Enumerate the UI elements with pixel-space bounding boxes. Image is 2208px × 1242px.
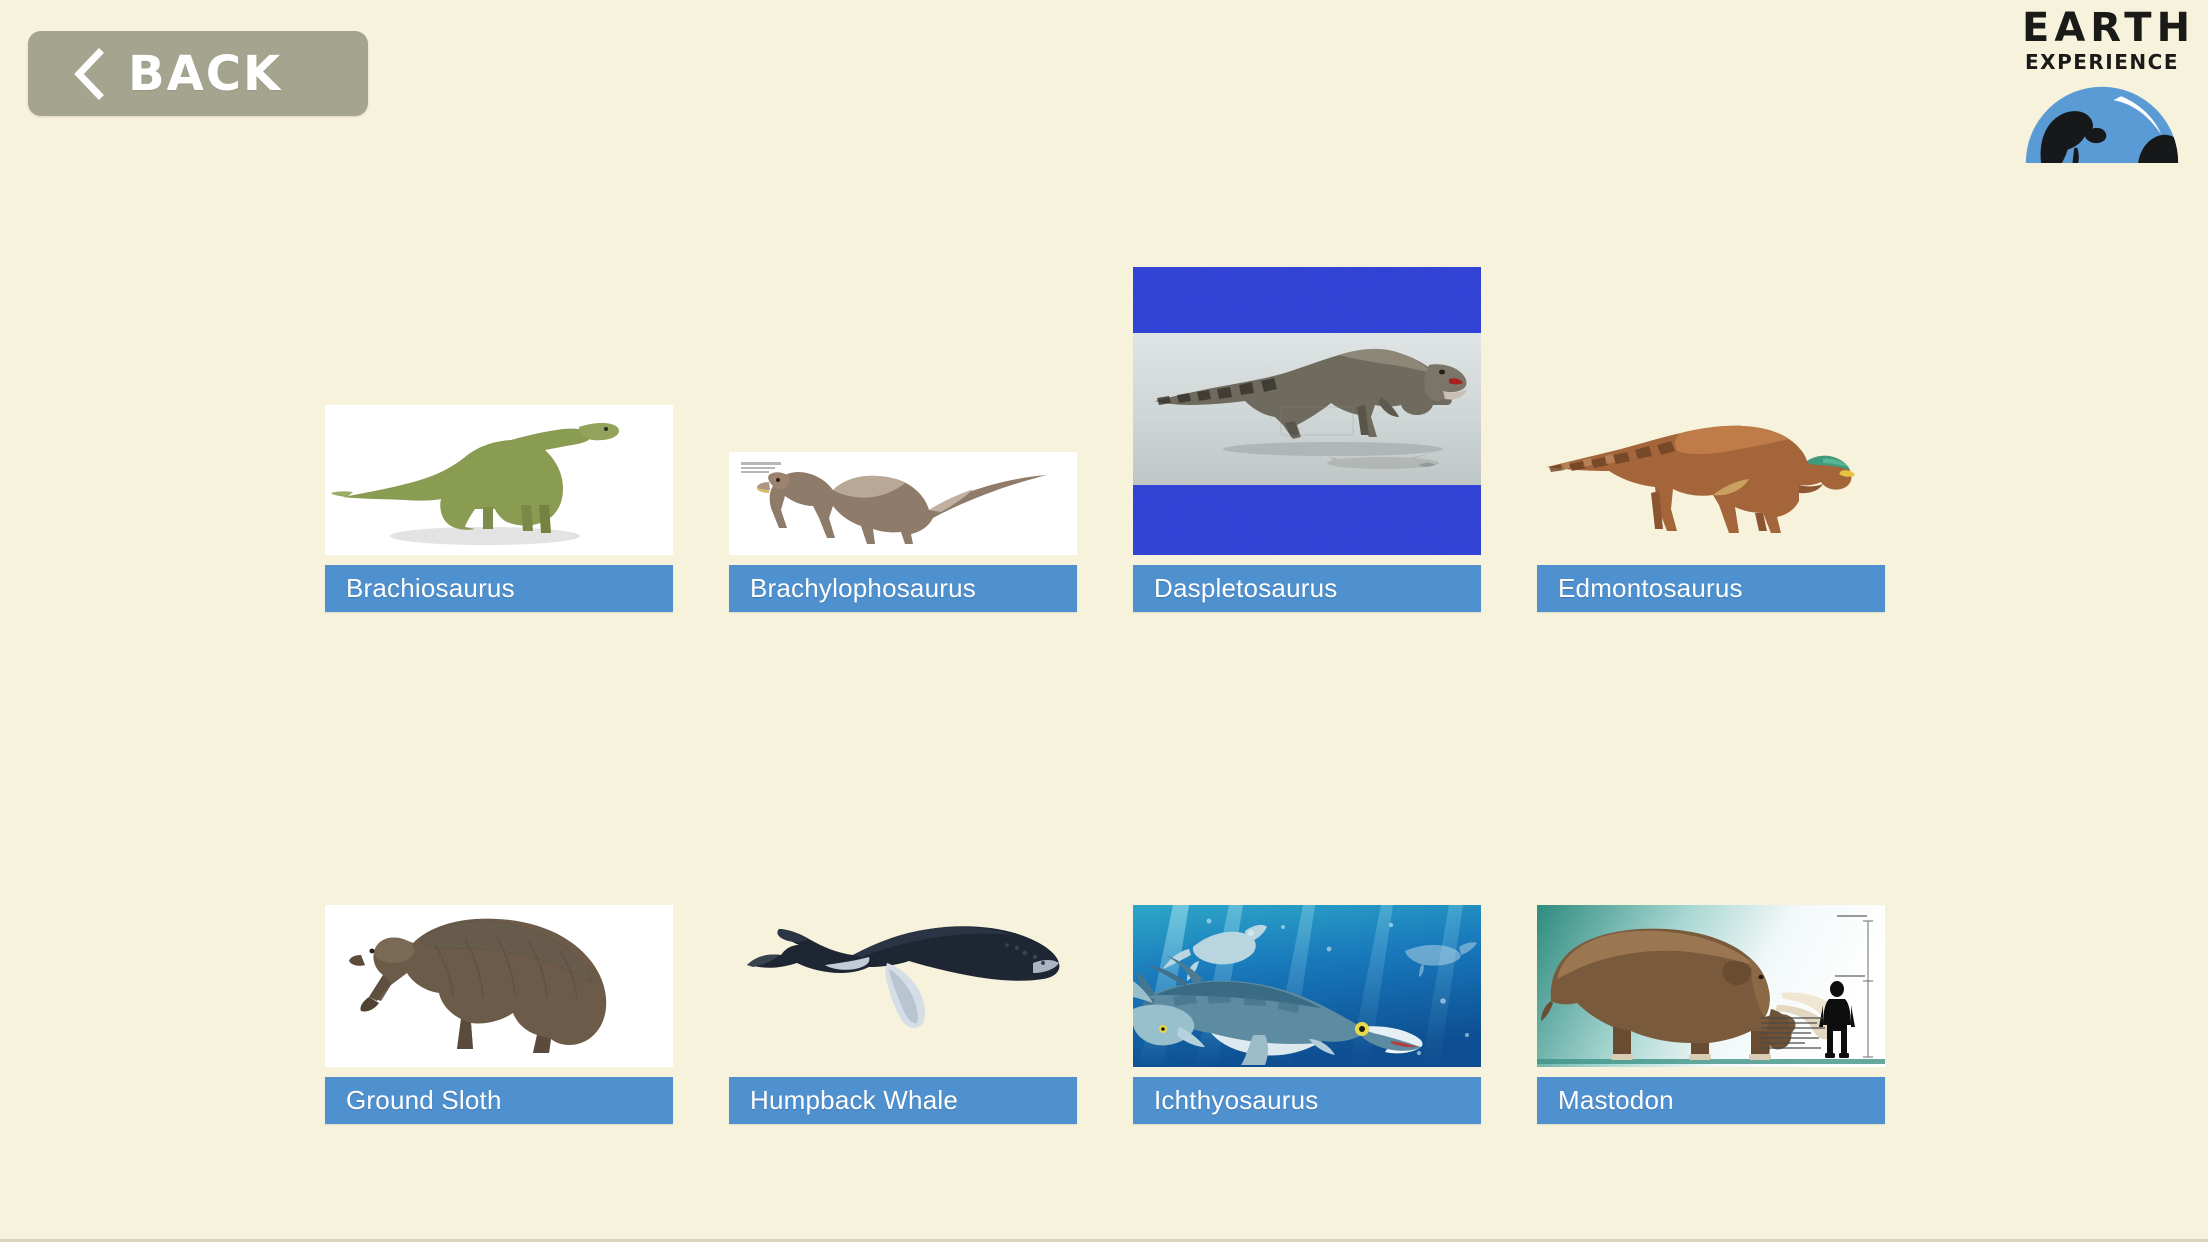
creature-label: Edmontosaurus (1558, 573, 1743, 603)
creature-label: Humpback Whale (750, 1085, 958, 1115)
creature-card-edmontosaurus[interactable]: Edmontosaurus (1537, 210, 1885, 612)
thumbnail-area (1537, 210, 1885, 555)
creature-card-brachiosaurus[interactable]: Brachiosaurus (325, 210, 673, 612)
creature-thumbnail-daspletosaurus (1133, 267, 1481, 555)
creature-selection-page: BACK EARTH EXPERIENCE Brachiosaurus Brac… (0, 0, 2208, 1242)
creature-row-2: Ground Sloth Humpback Whale Ichthyosauru… (325, 722, 1887, 1124)
thumbnail-area (1537, 722, 1885, 1067)
creature-label: Brachiosaurus (346, 573, 515, 603)
thumbnail-area (729, 722, 1077, 1067)
creature-card-brachylophosaurus[interactable]: Brachylophosaurus (729, 210, 1077, 612)
creature-label-bar[interactable]: Brachiosaurus (325, 565, 673, 612)
creature-label: Mastodon (1558, 1085, 1674, 1115)
creature-thumbnail-humpback-whale (729, 905, 1077, 1067)
creature-thumbnail-ichthyosaurus (1133, 905, 1481, 1067)
thumbnail-area (325, 722, 673, 1067)
creature-grid: Brachiosaurus Brachylophosaurus Daspleto… (325, 210, 1887, 1124)
creature-row-1: Brachiosaurus Brachylophosaurus Daspleto… (325, 210, 1887, 612)
creature-label-bar[interactable]: Edmontosaurus (1537, 565, 1885, 612)
creature-card-humpback-whale[interactable]: Humpback Whale (729, 722, 1077, 1124)
back-button[interactable]: BACK (28, 31, 368, 116)
earth-experience-logo: EARTH EXPERIENCE (2018, 5, 2196, 198)
logo-title-line2: EXPERIENCE (2025, 50, 2179, 74)
creature-thumbnail-brachylophosaurus (729, 452, 1077, 555)
creature-label-bar[interactable]: Ichthyosaurus (1133, 1077, 1481, 1124)
creature-label-bar[interactable]: Mastodon (1537, 1077, 1885, 1124)
creature-label-bar[interactable]: Daspletosaurus (1133, 565, 1481, 612)
creature-label: Ichthyosaurus (1154, 1085, 1319, 1115)
creature-card-ichthyosaurus[interactable]: Ichthyosaurus (1133, 722, 1481, 1124)
logo-title-line1: EARTH (2022, 5, 2196, 51)
thumbnail-area (325, 210, 673, 555)
creature-label-bar[interactable]: Ground Sloth (325, 1077, 673, 1124)
creature-label: Daspletosaurus (1154, 573, 1338, 603)
creature-thumbnail-brachiosaurus (325, 405, 673, 555)
thumbnail-area (1133, 722, 1481, 1067)
creature-label: Ground Sloth (346, 1085, 502, 1115)
creature-card-daspletosaurus[interactable]: Daspletosaurus (1133, 210, 1481, 612)
back-button-label: BACK (128, 45, 283, 102)
creature-thumbnail-edmontosaurus (1537, 405, 1885, 555)
creature-thumbnail-mastodon (1537, 905, 1885, 1067)
creature-card-ground-sloth[interactable]: Ground Sloth (325, 722, 673, 1124)
creature-label-bar[interactable]: Brachylophosaurus (729, 565, 1077, 612)
chevron-left-icon (72, 47, 106, 100)
thumbnail-area (1133, 210, 1481, 555)
thumbnail-area (729, 210, 1077, 555)
creature-thumbnail-ground-sloth (325, 905, 673, 1067)
creature-card-mastodon[interactable]: Mastodon (1537, 722, 1885, 1124)
creature-label-bar[interactable]: Humpback Whale (729, 1077, 1077, 1124)
creature-label: Brachylophosaurus (750, 573, 976, 603)
logo-dome-icon (2018, 81, 2186, 168)
